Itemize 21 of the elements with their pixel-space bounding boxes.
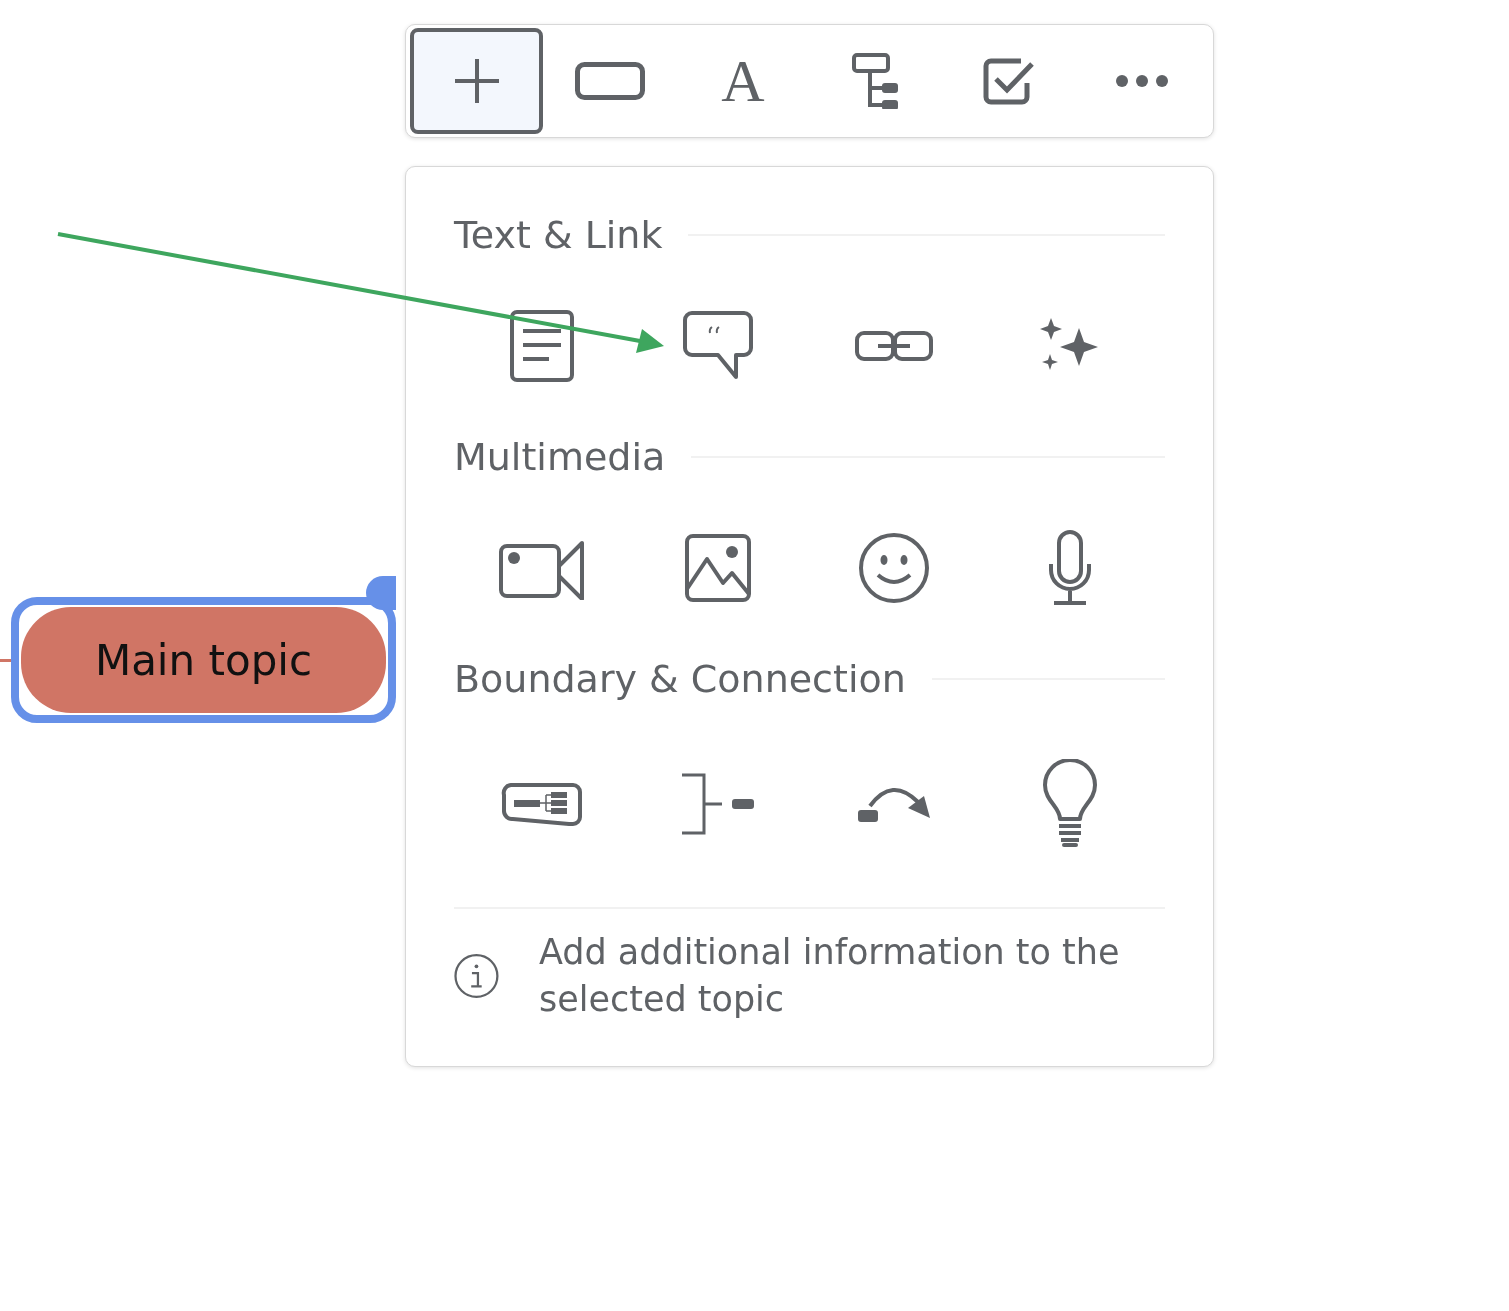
document-icon[interactable]: [509, 309, 575, 383]
plus-icon: [452, 57, 501, 105]
more-icon: [1115, 74, 1170, 88]
bracket-icon[interactable]: [680, 773, 756, 835]
checkbox-icon: [983, 57, 1036, 105]
image-icon[interactable]: [684, 533, 752, 603]
smiley-icon[interactable]: [858, 532, 930, 604]
rectangle-icon: [574, 62, 645, 100]
speech-bubble-icon[interactable]: [682, 310, 754, 382]
section-title: Multimedia: [454, 435, 666, 479]
microphone-icon[interactable]: [1048, 529, 1092, 607]
toolbar-button[interactable]: A: [676, 28, 810, 134]
lightbulb-icon[interactable]: [1042, 759, 1098, 849]
toolbar-button[interactable]: [410, 28, 544, 134]
hint-text: Add additional information to the selected topic: [538, 931, 1121, 1021]
tree-icon: [852, 53, 901, 109]
section-title: Boundary & Connection: [454, 657, 906, 701]
topic-node[interactable]: Main topic: [21, 607, 386, 713]
link-icon[interactable]: [854, 330, 934, 362]
section-title: Text & Link: [454, 213, 663, 257]
collapse-handle[interactable]: [366, 576, 396, 610]
